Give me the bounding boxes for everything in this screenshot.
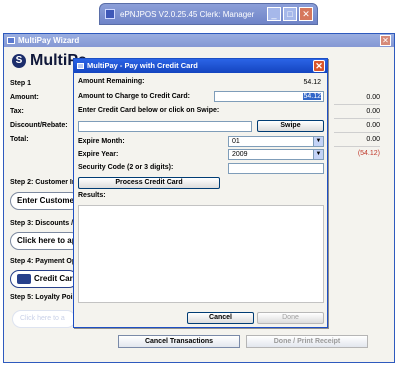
amount-charge-input[interactable]: 54.12 xyxy=(214,91,324,102)
wizard-title-bar[interactable]: MultiPay Wizard xyxy=(4,34,394,47)
discount-label: Discount/Rebate: xyxy=(10,122,68,129)
amount-value: 0.00 xyxy=(366,94,380,101)
step1-label: Step 1 xyxy=(10,80,32,87)
credit-card-button-label: Credit Card xyxy=(34,274,78,283)
maximize-icon[interactable]: □ xyxy=(283,7,297,21)
amount-label: Amount: xyxy=(10,94,39,101)
cancel-button[interactable]: Cancel xyxy=(187,312,254,324)
wizard-title: MultiPay Wizard xyxy=(18,36,80,45)
wizard-close-icon[interactable]: ✕ xyxy=(380,35,391,46)
divider xyxy=(334,132,380,133)
multipay-logo-icon: S xyxy=(12,54,26,68)
expire-month-label: Expire Month: xyxy=(78,138,125,145)
apply-discount-button[interactable]: Click here to ap xyxy=(10,232,80,250)
chevron-down-icon[interactable]: ▼ xyxy=(313,150,323,159)
swipe-button[interactable]: Swipe xyxy=(257,120,324,132)
step4-label: Step 4: Payment Opt xyxy=(10,258,79,265)
results-label: Results: xyxy=(78,192,106,199)
expire-month-select[interactable]: 01 ▼ xyxy=(228,136,324,147)
step2-label: Step 2: Customer Inf xyxy=(10,179,79,186)
divider xyxy=(334,118,380,119)
app-title: ePNJPOS V2.0.25.45 Clerk: Manager xyxy=(120,10,255,19)
close-icon[interactable]: ✕ xyxy=(299,7,313,21)
card-number-input[interactable] xyxy=(78,121,252,132)
security-code-input[interactable] xyxy=(228,163,324,174)
enter-customer-button[interactable]: Enter Customer xyxy=(10,192,80,210)
dialog-window-icon xyxy=(77,63,84,69)
credit-card-button[interactable]: Credit Card xyxy=(10,270,78,288)
step3-label: Step 3: Discounts / R xyxy=(10,220,81,227)
process-credit-card-button[interactable]: Process Credit Card xyxy=(78,177,220,189)
amount-remaining-value: 54.12 xyxy=(214,77,324,88)
discount-value: 0.00 xyxy=(366,122,380,129)
done-print-receipt-button[interactable]: Done / Print Receipt xyxy=(246,335,368,348)
expire-year-select[interactable]: 2009 ▼ xyxy=(228,149,324,160)
tax-value: 0.00 xyxy=(366,108,380,115)
total-value: 0.00 xyxy=(366,136,380,143)
step5-label: Step 5: Loyalty Point xyxy=(10,294,80,301)
minimize-icon[interactable]: _ xyxy=(267,7,281,21)
app-title-bar[interactable]: ePNJPOS V2.0.25.45 Clerk: Manager _ □ ✕ xyxy=(99,3,318,25)
done-button[interactable]: Done xyxy=(257,312,324,324)
amount-remaining-label: Amount Remaining: xyxy=(78,78,145,85)
credit-card-dialog: MultiPay - Pay with Credit Card ✕ Amount… xyxy=(73,58,328,328)
expire-month-value: 01 xyxy=(232,138,240,145)
dialog-close-icon[interactable]: ✕ xyxy=(313,60,325,72)
total-label: Total: xyxy=(10,136,29,143)
divider xyxy=(334,104,380,105)
tax-label: Tax: xyxy=(10,108,24,115)
app-logo-icon xyxy=(105,9,115,19)
loyalty-points-input[interactable]: Click here to a xyxy=(12,310,76,328)
expire-year-label: Expire Year: xyxy=(78,151,119,158)
credit-card-icon xyxy=(17,273,31,284)
remaining-value: (54.12) xyxy=(357,150,380,157)
wizard-window-icon xyxy=(7,37,15,44)
swipe-instruction: Enter Credit Card below or click on Swip… xyxy=(78,107,220,114)
dialog-title: MultiPay - Pay with Credit Card xyxy=(87,61,198,70)
results-area xyxy=(78,205,324,303)
amount-charge-value: 54.12 xyxy=(303,93,321,100)
cancel-transactions-button[interactable]: Cancel Transactions xyxy=(118,335,240,348)
dialog-title-bar[interactable]: MultiPay - Pay with Credit Card xyxy=(74,59,327,73)
amount-charge-label: Amount to Charge to Credit Card: xyxy=(78,93,190,100)
chevron-down-icon[interactable]: ▼ xyxy=(313,137,323,146)
divider xyxy=(334,146,380,147)
expire-year-value: 2009 xyxy=(232,151,248,158)
security-code-label: Security Code (2 or 3 digits): xyxy=(78,164,174,171)
